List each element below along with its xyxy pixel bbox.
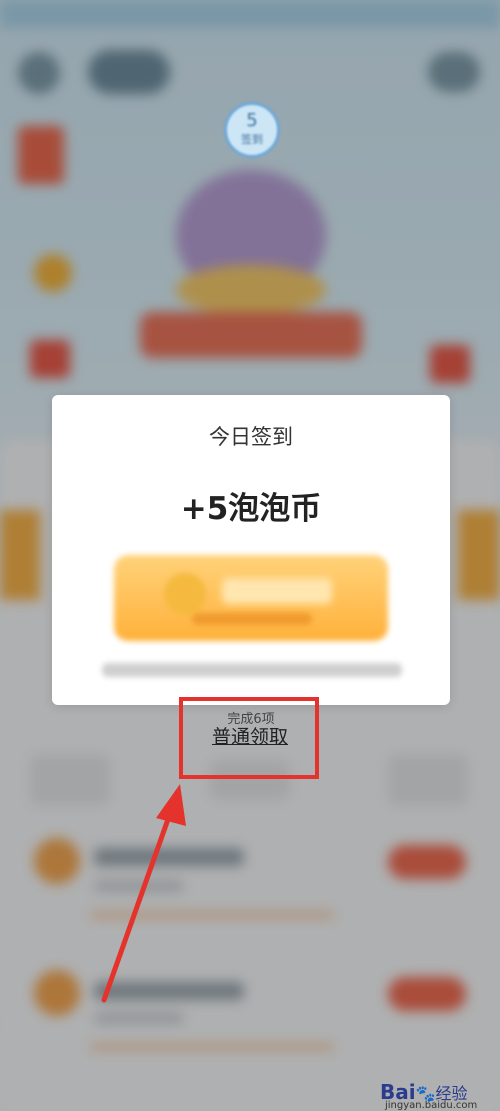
arrow-shaft bbox=[101, 805, 175, 1003]
annotation-arrow bbox=[101, 784, 186, 1003]
watermark-url: jingyan.baidu.com bbox=[385, 1100, 478, 1111]
arrow-head bbox=[156, 784, 186, 826]
